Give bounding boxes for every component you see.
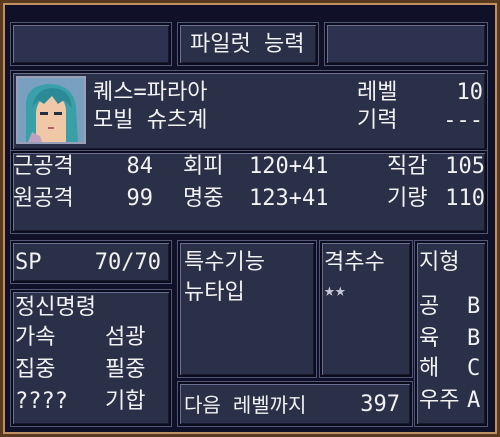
spirit-command-item[interactable]: 가속	[15, 326, 55, 350]
title-panel: 파일럿 능력	[178, 23, 318, 65]
kill-count-title: 격추수	[324, 250, 385, 275]
sp-value: 70/70	[94, 250, 161, 275]
stat-label: 직감	[387, 154, 428, 179]
level-value: 10	[456, 80, 484, 105]
spirit-command-item[interactable]: 섬광	[105, 326, 145, 350]
spirit-command-item[interactable]: ????	[15, 390, 68, 414]
pilot-info-panel: 퀘스=파라아 모빌 슈츠계 레벨 10 기력 ---	[11, 71, 487, 151]
stat-label: 명중	[183, 186, 224, 211]
stat-label: 회피	[183, 154, 224, 179]
page-title: 파일럿 능력	[190, 32, 305, 57]
stat-value: 105	[445, 154, 485, 179]
stat-value: 120+41	[249, 154, 329, 179]
terrain-rank: A	[467, 388, 481, 413]
stat-value: 110	[445, 186, 485, 211]
terrain-label: 우주	[419, 388, 460, 413]
terrain-rank: C	[467, 356, 481, 381]
terrain-label: 해	[419, 356, 440, 381]
spirit-label: 기력	[357, 108, 398, 133]
spirit-command-item[interactable]: 필중	[105, 358, 145, 382]
terrain-rank: B	[467, 326, 481, 351]
next-level-label: 다음 레벨까지	[184, 393, 307, 417]
terrain-panel: 지형 공 B 육 B 해 C 우주 A	[415, 241, 487, 426]
spirit-commands-panel: 정신명령 가속 섬광 집중 필중 ???? 기합	[11, 290, 171, 426]
spirit-command-item[interactable]: 기합	[105, 390, 145, 414]
pilot-name: 퀘스=파라아	[93, 80, 208, 105]
top-left-blank-panel	[11, 23, 171, 65]
spirit-value: ---	[443, 108, 483, 133]
special-skill-item[interactable]: 뉴타입	[184, 281, 245, 305]
terrain-label: 공	[419, 294, 440, 319]
stat-label: 기량	[387, 186, 428, 211]
pilot-unit-type: 모빌 슈츠계	[93, 108, 208, 133]
stat-value: 99	[126, 186, 154, 211]
kill-count-panel: 격추수 ★★	[320, 241, 412, 377]
stat-label: 근공격	[13, 154, 74, 179]
terrain-label: 육	[419, 326, 440, 351]
next-level-panel: 다음 레벨까지 397	[178, 382, 412, 426]
stat-label: 원공격	[13, 186, 74, 211]
stat-value: 84	[126, 154, 154, 179]
special-skills-panel: 특수기능 뉴타입	[178, 241, 316, 377]
level-label: 레벨	[357, 80, 398, 105]
special-skills-title: 특수기능	[184, 250, 265, 275]
spirit-commands-title: 정신명령	[15, 295, 96, 320]
terrain-rank: B	[467, 294, 481, 319]
kill-count-stars-icon: ★★	[324, 280, 346, 301]
top-right-blank-panel	[325, 23, 487, 65]
stats-panel: 근공격 84 회피 120+41 직감 105 원공격 99 명중 123+41…	[11, 151, 487, 233]
terrain-title: 지형	[419, 250, 460, 275]
next-level-value: 397	[360, 392, 400, 417]
pilot-portrait	[16, 76, 86, 144]
stat-value: 123+41	[249, 186, 329, 211]
sp-panel: SP 70/70	[11, 241, 171, 283]
pilot-status-screen: 파일럿 능력 퀘스=파라아 모빌 슈츠계 레벨 10 기력 --- 근공격 84…	[0, 0, 500, 437]
pilot-portrait-image	[18, 78, 84, 142]
sp-label: SP	[15, 250, 42, 275]
spirit-command-item[interactable]: 집중	[15, 358, 55, 382]
